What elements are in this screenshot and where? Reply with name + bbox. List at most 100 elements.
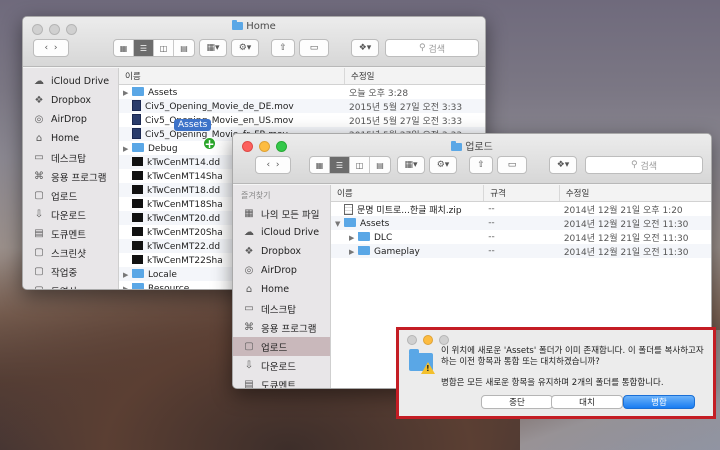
- sidebar-item[interactable]: ▦ 나의 모든 파일: [233, 204, 330, 223]
- desktop-icon: ▭: [34, 152, 44, 163]
- sidebar-item[interactable]: ▤ 도큐멘트: [23, 224, 118, 243]
- sidebar-item-label: Home: [261, 284, 290, 295]
- disclosure-triangle-icon[interactable]: ▶: [123, 285, 132, 290]
- table-row[interactable]: 문명 미트로...한글 패치.zip -- 2014년 12월 21일 오후 1:2…: [331, 202, 711, 216]
- disclosure-triangle-icon[interactable]: ▶: [123, 89, 132, 97]
- sidebar-item[interactable]: ▢ 업로드: [233, 337, 330, 356]
- folder-icon: [132, 142, 144, 152]
- back-icon[interactable]: ‹: [45, 43, 49, 53]
- file-name: kTwCenMT14Sha: [147, 171, 223, 182]
- date-cell: 2015년 5월 27일 오전 3:33: [349, 116, 463, 127]
- sidebar-item[interactable]: ⌂ Home: [233, 280, 330, 299]
- share-button[interactable]: ⇧: [271, 39, 295, 57]
- minimize-button[interactable]: [423, 335, 433, 345]
- sidebar-item[interactable]: ◎ AirDrop: [23, 110, 118, 129]
- home-icon: ⌂: [35, 133, 43, 144]
- stop-button[interactable]: 중단: [481, 395, 553, 409]
- sidebar-item[interactable]: ◎ AirDrop: [233, 261, 330, 280]
- sidebar-item[interactable]: ⌘ 응용 프로그램: [233, 318, 330, 337]
- merge-button[interactable]: 병합: [623, 395, 695, 409]
- merge-replace-dialog: ! 이 위치에 새로운 'Assets' 폴더가 이미 존재합니다. 이 폴더를…: [396, 327, 716, 419]
- movie-file-icon: [132, 100, 141, 111]
- sidebar-item[interactable]: ❖ Dropbox: [233, 242, 330, 261]
- icon-view-icon[interactable]: ▦: [310, 157, 330, 173]
- sidebar-item[interactable]: ⇩ 다운로드: [233, 356, 330, 375]
- sidebar-item-label: 응용 프로그램: [261, 323, 317, 335]
- view-mode-segment[interactable]: ▦ ☰ ◫ ▤: [309, 156, 391, 174]
- sidebar-item-label: 응용 프로그램: [51, 172, 107, 184]
- sidebar-item[interactable]: ▭ 데스크탑: [23, 148, 118, 167]
- list-view-icon[interactable]: ☰: [134, 40, 154, 56]
- column-header: 이름 규격 수정일: [331, 185, 711, 202]
- sidebar-item[interactable]: ▤ 도큐멘트: [233, 375, 330, 388]
- sidebar-item[interactable]: ⌘ 응용 프로그램: [23, 167, 118, 186]
- replace-button[interactable]: 대치: [551, 395, 623, 409]
- sidebar-item[interactable]: ⇩ 다운로드: [23, 205, 118, 224]
- dropbox-button[interactable]: ❖▾: [351, 39, 379, 57]
- disclosure-triangle-icon[interactable]: ▶: [349, 248, 358, 256]
- table-row[interactable]: ▼ Assets -- 2014년 12월 21일 오전 11:30: [331, 216, 711, 230]
- sidebar-item[interactable]: ▢ 업로드: [23, 186, 118, 205]
- table-row[interactable]: ▶ Gameplay -- 2014년 12월 21일 오전 11:30: [331, 244, 711, 258]
- share-button[interactable]: ⇧: [469, 156, 493, 174]
- sidebar-item[interactable]: ⌂ Home: [23, 129, 118, 148]
- sidebar-item-label: 스크린샷: [51, 248, 86, 260]
- back-forward-buttons[interactable]: ‹ ›: [33, 39, 69, 57]
- search-field[interactable]: ⚲ 검색: [585, 156, 703, 174]
- sidebar-item[interactable]: ❖ Dropbox: [23, 91, 118, 110]
- sidebar-item[interactable]: ☁ iCloud Drive: [233, 223, 330, 242]
- coverflow-view-icon[interactable]: ▤: [174, 40, 194, 56]
- column-view-icon[interactable]: ◫: [154, 40, 174, 56]
- name-column-header[interactable]: 이름: [119, 68, 345, 84]
- disclosure-triangle-icon[interactable]: ▶: [123, 145, 132, 153]
- cloud-icon: ☁: [244, 227, 254, 238]
- date-column-header[interactable]: 수정일: [560, 185, 711, 201]
- tags-button[interactable]: ▭: [299, 39, 329, 57]
- titlebar: 업로드 ‹ › ▦ ☰ ◫ ▤ ▦▾ ⚙▾ ⇧ ▭ ❖▾ ⚲ 검색: [233, 134, 711, 184]
- back-forward-buttons[interactable]: ‹ ›: [255, 156, 291, 174]
- sidebar-item[interactable]: ☁ iCloud Drive: [23, 72, 118, 91]
- size-cell: --: [488, 246, 495, 256]
- close-button[interactable]: [407, 335, 417, 345]
- list-view-icon[interactable]: ☰: [330, 157, 350, 173]
- size-column-header[interactable]: 규격: [484, 185, 560, 201]
- disclosure-triangle-icon[interactable]: ▼: [335, 220, 344, 228]
- date-cell: 오늘 오후 3:28: [349, 88, 409, 99]
- disclosure-triangle-icon[interactable]: ▶: [123, 271, 132, 279]
- coverflow-view-icon[interactable]: ▤: [370, 157, 390, 173]
- back-icon[interactable]: ‹: [267, 160, 271, 170]
- date-column-header[interactable]: 수정일: [345, 68, 485, 84]
- folder-icon: [132, 282, 144, 289]
- file-name: kTwCenMT20Sha: [147, 227, 223, 238]
- column-view-icon[interactable]: ◫: [350, 157, 370, 173]
- view-mode-segment[interactable]: ▦ ☰ ◫ ▤: [113, 39, 195, 57]
- action-button[interactable]: ⚙▾: [429, 156, 457, 174]
- sidebar-item[interactable]: ▢ 동영상: [23, 281, 118, 289]
- disclosure-triangle-icon[interactable]: ▶: [349, 234, 358, 242]
- tags-button[interactable]: ▭: [497, 156, 527, 174]
- forward-icon[interactable]: ›: [54, 43, 58, 53]
- sidebar-item[interactable]: ▢ 스크린샷: [23, 243, 118, 262]
- search-field[interactable]: ⚲ 검색: [385, 39, 479, 57]
- name-column-header[interactable]: 이름: [331, 185, 485, 201]
- sidebar: ☁ iCloud Drive ❖ Dropbox ◎ AirDrop ⌂ Home ▭ 데스크탑 ⌘…: [23, 68, 119, 289]
- dropbox-button[interactable]: ❖▾: [549, 156, 577, 174]
- date-cell: 2015년 5월 27일 오전 3:33: [349, 102, 463, 113]
- action-button[interactable]: ⚙▾: [231, 39, 259, 57]
- file-icon: [132, 240, 143, 250]
- arrange-button[interactable]: ▦▾: [199, 39, 227, 57]
- name-cell: Civ5_Opening_Movie_de_DE.mov: [119, 100, 345, 112]
- name-cell: ▶ DLC: [331, 231, 484, 243]
- arrange-button[interactable]: ▦▾: [397, 156, 425, 174]
- table-row[interactable]: ▶ Assets 오늘 오후 3:28: [119, 85, 485, 99]
- sidebar-items: ▦ 나의 모든 파일 ☁ iCloud Drive ❖ Dropbox ◎ AirDrop ⌂ H…: [233, 204, 330, 388]
- sidebar-item[interactable]: ▭ 데스크탑: [233, 299, 330, 318]
- download-icon: ⇩: [34, 209, 44, 220]
- table-row[interactable]: Civ5_Opening_Movie_de_DE.mov 2015년 5월 27일…: [119, 99, 485, 113]
- forward-icon[interactable]: ›: [276, 160, 280, 170]
- sidebar-item[interactable]: ▢ 작업중: [23, 262, 118, 281]
- copy-plus-icon: +: [203, 137, 216, 151]
- icon-view-icon[interactable]: ▦: [114, 40, 134, 56]
- zoom-button[interactable]: [439, 335, 449, 345]
- table-row[interactable]: ▶ DLC -- 2014년 12월 21일 오전 11:30: [331, 230, 711, 244]
